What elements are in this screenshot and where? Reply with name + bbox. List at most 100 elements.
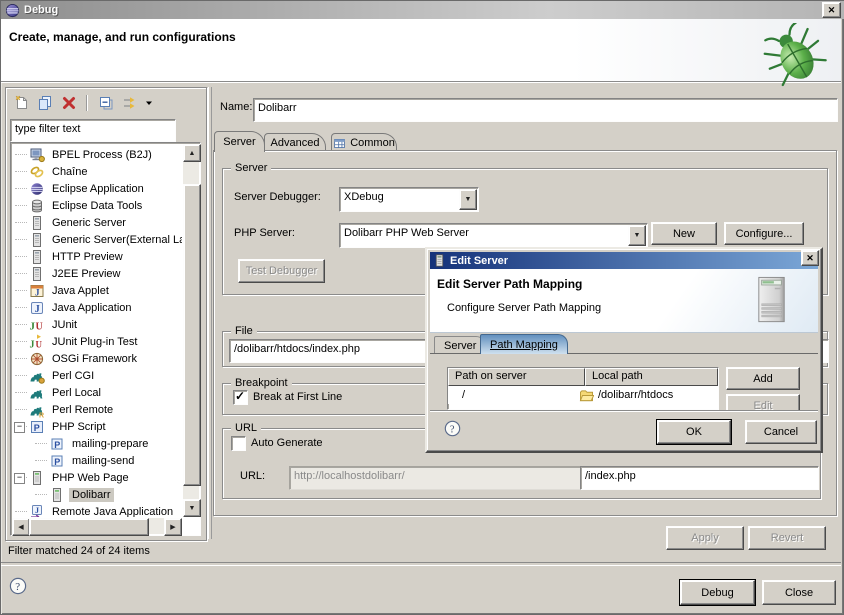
- svg-text:J: J: [35, 506, 39, 515]
- tree-item-label: Dolibarr: [69, 488, 114, 502]
- tree-item-icon: [29, 385, 45, 401]
- delete-configuration-icon[interactable]: [57, 93, 81, 113]
- chevron-down-icon[interactable]: ▼: [459, 189, 477, 210]
- collapse-all-icon[interactable]: [94, 93, 118, 113]
- tree-item[interactable]: BPEL Process (B2J): [13, 146, 182, 163]
- filter-configurations-icon[interactable]: [118, 93, 142, 113]
- tree-item-icon: [29, 147, 45, 163]
- tree-item-icon: [29, 164, 45, 180]
- test-debugger-button[interactable]: Test Debugger: [238, 259, 325, 283]
- tree-item-label: Eclipse Data Tools: [49, 199, 145, 213]
- chevron-down-icon[interactable]: ▼: [628, 225, 646, 246]
- tree-line: [15, 358, 27, 359]
- tree-item[interactable]: J Remote Java Application: [13, 503, 182, 517]
- tree-item[interactable]: Chaîne: [13, 163, 182, 180]
- tree-item-icon: [29, 181, 45, 197]
- url-base-input[interactable]: http://localhostdolibarr/: [289, 466, 583, 490]
- svg-text:J: J: [30, 339, 35, 350]
- tree-item[interactable]: R Perl Remote: [13, 401, 182, 418]
- tree-item-icon: [29, 198, 45, 214]
- expand-toggle-icon[interactable]: [14, 473, 25, 484]
- revert-button[interactable]: Revert: [748, 526, 826, 550]
- tree-vertical-scrollbar[interactable]: ▲ ▼: [183, 144, 199, 517]
- filter-status-text: Filter matched 24 of 24 items: [8, 545, 150, 557]
- tree-line: [15, 205, 27, 206]
- tree-item[interactable]: Eclipse Application: [13, 180, 182, 197]
- help-icon[interactable]: ?: [9, 577, 27, 595]
- tree-horizontal-scrollbar[interactable]: ◀ ▶: [12, 518, 182, 534]
- duplicate-configuration-icon[interactable]: [33, 93, 57, 113]
- close-button[interactable]: Close: [762, 580, 836, 605]
- scroll-down-icon[interactable]: ▼: [183, 499, 201, 517]
- tree-line: [15, 290, 27, 291]
- tree-item[interactable]: J Java Applet: [13, 282, 182, 299]
- new-server-button[interactable]: New: [651, 222, 717, 245]
- apply-button[interactable]: Apply: [666, 526, 744, 550]
- tree-item[interactable]: PHP Web Page: [13, 469, 182, 486]
- tree-item-label: Perl Remote: [49, 403, 116, 417]
- tree-item[interactable]: OSGi Framework: [13, 350, 182, 367]
- tree-item[interactable]: P PHP Script: [13, 418, 182, 435]
- url-group-legend: URL: [231, 422, 261, 434]
- tree-item-label: Generic Server(External La: [49, 233, 182, 247]
- tree-item[interactable]: J2EE Preview: [13, 265, 182, 282]
- add-mapping-button[interactable]: Add: [726, 367, 800, 390]
- tree-line: [15, 307, 27, 308]
- tree-item[interactable]: Generic Server: [13, 214, 182, 231]
- tree-item[interactable]: Perl Local: [13, 384, 182, 401]
- tree-line: [35, 460, 47, 461]
- window-title: Debug: [24, 4, 58, 16]
- configuration-name-input[interactable]: Dolibarr: [253, 98, 838, 122]
- url-path-input[interactable]: /index.php: [580, 466, 819, 490]
- scroll-right-icon[interactable]: ▶: [164, 518, 182, 536]
- dialog-tab-path-mapping[interactable]: Path Mapping: [480, 334, 568, 354]
- cancel-button[interactable]: Cancel: [745, 420, 817, 444]
- php-server-combo[interactable]: Dolibarr PHP Web Server ▼: [339, 223, 648, 248]
- tree-item-icon: P: [49, 436, 65, 452]
- dialog-help-icon[interactable]: ?: [444, 420, 461, 437]
- tree-item[interactable]: Generic Server(External La: [13, 231, 182, 248]
- break-first-line-checkbox[interactable]: [233, 390, 248, 405]
- ok-button[interactable]: OK: [657, 420, 731, 444]
- tree-item[interactable]: JU JUnit: [13, 316, 182, 333]
- panel-sash[interactable]: [208, 87, 212, 539]
- tree-item-icon: J: [29, 300, 45, 316]
- tree-item[interactable]: HTTP Preview: [13, 248, 182, 265]
- edit-server-close-button[interactable]: ✕: [801, 250, 819, 266]
- tree-item-label: mailing-send: [69, 454, 137, 468]
- tree-item-label: JUnit Plug-in Test: [49, 335, 140, 349]
- dialog-button-bar: ? OK Cancel: [430, 410, 818, 448]
- configure-server-button[interactable]: Configure...: [724, 222, 804, 245]
- auto-generate-checkbox[interactable]: [231, 436, 246, 451]
- window-close-button[interactable]: ✕: [822, 2, 841, 18]
- tree-item-icon: [29, 368, 45, 384]
- tree-item[interactable]: Dolibarr: [13, 486, 182, 503]
- tree-line: [15, 409, 27, 410]
- server-debugger-label: Server Debugger:: [234, 191, 321, 203]
- svg-text:?: ?: [15, 581, 20, 593]
- expand-toggle-icon[interactable]: [14, 422, 25, 433]
- tree-item[interactable]: Perl CGI: [13, 367, 182, 384]
- path-mapping-table-header: Path on server Local path: [448, 368, 718, 386]
- tree-line: [15, 341, 27, 342]
- tree-item[interactable]: P mailing-prepare: [13, 435, 182, 452]
- tree-item[interactable]: Eclipse Data Tools: [13, 197, 182, 214]
- view-menu-icon[interactable]: [142, 93, 155, 113]
- scroll-up-icon[interactable]: ▲: [183, 144, 201, 162]
- path-mapping-row[interactable]: / /dolibarr/htdocs: [448, 386, 718, 404]
- scroll-left-icon[interactable]: ◀: [12, 518, 30, 536]
- tab-server[interactable]: Server: [214, 131, 265, 152]
- dialog-tab-server[interactable]: Server: [434, 336, 486, 354]
- tree-item[interactable]: JU JUnit Plug-in Test: [13, 333, 182, 350]
- server-debugger-combo[interactable]: XDebug ▼: [339, 187, 479, 212]
- new-configuration-icon[interactable]: [9, 93, 33, 113]
- tree-item[interactable]: J Java Application: [13, 299, 182, 316]
- name-label: Name:: [220, 101, 252, 113]
- tree-item-label: Chaîne: [49, 165, 90, 179]
- filter-input[interactable]: type filter text: [10, 119, 176, 142]
- vertical-scroll-thumb[interactable]: [183, 184, 201, 486]
- tree-line: [35, 443, 47, 444]
- tree-item[interactable]: P mailing-send: [13, 452, 182, 469]
- debug-button[interactable]: Debug: [680, 580, 755, 605]
- horizontal-scroll-thumb[interactable]: [29, 518, 149, 536]
